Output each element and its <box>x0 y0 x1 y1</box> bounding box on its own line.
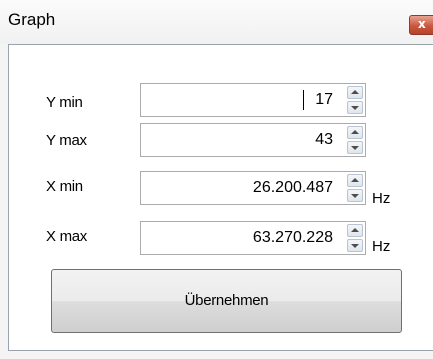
apply-button[interactable]: Übernehmen <box>51 269 402 333</box>
xmin-increment-button[interactable] <box>347 174 363 187</box>
chevron-down-icon <box>351 106 359 110</box>
xmin-field[interactable]: 26.200.487 <box>140 171 366 205</box>
apply-button-label: Übernehmen <box>184 292 269 309</box>
chevron-up-icon <box>351 228 359 232</box>
ymax-field[interactable]: 43 <box>140 123 366 157</box>
xmax-label: X max <box>46 228 88 245</box>
close-icon: x <box>418 17 426 31</box>
ymin-field[interactable]: 17 <box>140 83 366 117</box>
xmax-value[interactable]: 63.270.228 <box>253 229 333 247</box>
chevron-up-icon <box>351 178 359 182</box>
ymin-label: Y min <box>46 94 83 111</box>
ymax-spinner[interactable] <box>347 126 363 154</box>
ymax-label: Y max <box>46 132 87 149</box>
xmin-label: X min <box>46 178 83 195</box>
ymin-increment-button[interactable] <box>347 86 363 99</box>
title-bar[interactable]: Graph x <box>0 0 433 44</box>
ymin-decrement-button[interactable] <box>347 101 363 114</box>
ymin-spinner[interactable] <box>347 86 363 114</box>
graph-dialog: Graph x Y min 17 Y max 43 X min 26.200.4… <box>0 0 433 359</box>
chevron-down-icon <box>351 244 359 248</box>
xmax-unit: Hz <box>372 238 391 255</box>
xmax-spinner[interactable] <box>347 224 363 252</box>
chevron-up-icon <box>351 130 359 134</box>
xmax-field[interactable]: 63.270.228 <box>140 221 366 255</box>
ymax-increment-button[interactable] <box>347 126 363 139</box>
xmin-decrement-button[interactable] <box>347 189 363 202</box>
ymin-value[interactable]: 17 <box>315 91 333 109</box>
xmax-decrement-button[interactable] <box>347 239 363 252</box>
window-frame-left <box>0 44 8 359</box>
xmin-spinner[interactable] <box>347 174 363 202</box>
xmin-unit: Hz <box>372 190 391 207</box>
text-cursor <box>303 90 304 110</box>
chevron-down-icon <box>351 194 359 198</box>
xmax-increment-button[interactable] <box>347 224 363 237</box>
ymax-value[interactable]: 43 <box>315 131 333 149</box>
window-title: Graph <box>8 10 56 29</box>
ymax-decrement-button[interactable] <box>347 141 363 154</box>
chevron-up-icon <box>351 90 359 94</box>
xmin-value[interactable]: 26.200.487 <box>253 179 333 197</box>
chevron-down-icon <box>351 146 359 150</box>
close-button[interactable]: x <box>409 15 433 35</box>
window-frame-bottom <box>0 351 433 359</box>
